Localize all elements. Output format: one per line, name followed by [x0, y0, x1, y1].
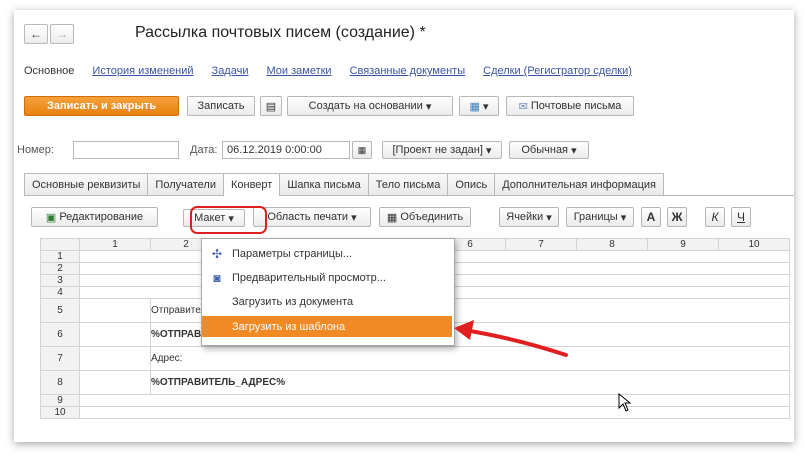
row-header[interactable]: 2	[40, 262, 80, 275]
underline-button[interactable]: Ч	[731, 207, 751, 227]
tab-basic-details[interactable]: Основные реквизиты	[24, 173, 149, 195]
tab-related-docs[interactable]: Связанные документы	[350, 65, 466, 77]
number-label: Номер:	[17, 144, 54, 156]
calendar-button[interactable]: ▦	[352, 141, 372, 159]
document-tabs: Основные реквизиты Получатели Конверт Ша…	[24, 173, 794, 196]
font-button[interactable]: А	[641, 207, 661, 227]
chevron-down-icon: ▾	[617, 211, 627, 224]
column-header[interactable]: 8	[576, 238, 648, 251]
edit-icon: ▣	[45, 211, 57, 224]
calendar-icon: ▦	[357, 144, 367, 155]
app-window: ← → Рассылка почтовых писем (создание) *…	[14, 10, 794, 442]
mail-letters-button[interactable]: ✉ Почтовые письма	[506, 96, 634, 116]
report-button[interactable]: ▤	[260, 96, 282, 116]
forward-button[interactable]: →	[50, 24, 74, 44]
italic-button[interactable]: К	[705, 207, 725, 227]
title-bar: ← → Рассылка почтовых писем (создание) *	[14, 10, 794, 54]
tab-additional-info[interactable]: Дополнительная информация	[494, 173, 664, 195]
chevron-down-icon: ▾	[568, 144, 577, 157]
sender-address-cell[interactable]: %ОТПРАВИТЕЛЬ_АДРЕС%	[150, 370, 790, 395]
top-tabs: Основное История изменений Задачи Мои за…	[24, 65, 650, 77]
tab-history[interactable]: История изменений	[92, 65, 193, 77]
layout-dropdown-menu: ✣ Параметры страницы... ◙ Предварительный …	[201, 238, 455, 346]
arrow-right-icon: →	[56, 27, 68, 41]
row-header[interactable]: 4	[40, 286, 80, 299]
preview-icon: ◙	[213, 270, 221, 285]
sheet-row[interactable]	[79, 394, 790, 407]
tab-inventory[interactable]: Опись	[447, 173, 496, 195]
row-header[interactable]: 3	[40, 274, 80, 287]
tab-letter-header[interactable]: Шапка письма	[279, 173, 369, 195]
save-button[interactable]: Записать	[187, 96, 255, 116]
mouse-cursor-icon	[618, 393, 632, 412]
arrow-left-icon: ←	[30, 27, 42, 41]
create-based-on-button[interactable]: Создать на основании ▾	[287, 96, 453, 116]
row-header[interactable]: 6	[40, 322, 80, 347]
date-field[interactable]: 06.12.2019 0:00:00	[222, 141, 350, 159]
tab-notes[interactable]: Мои заметки	[266, 65, 331, 77]
layout-button-highlight	[190, 206, 267, 234]
page-settings-icon: ✣	[211, 246, 223, 261]
back-button[interactable]: ←	[24, 24, 48, 44]
chevron-down-icon: ▾	[422, 100, 432, 113]
tab-envelope[interactable]: Конверт	[222, 173, 281, 196]
menu-item-preview[interactable]: ◙ Предварительный просмотр...	[202, 267, 452, 288]
chevron-down-icon: ▾	[482, 144, 492, 157]
document-icon: ▤	[265, 100, 277, 113]
tab-letter-body[interactable]: Тело письма	[367, 173, 449, 195]
row-header[interactable]: 10	[40, 406, 80, 419]
tab-recipients[interactable]: Получатели	[147, 173, 224, 195]
menu-item-load-from-template[interactable]: Загрузить из шаблона	[202, 316, 452, 337]
window-title: Рассылка почтовых писем (создание) *	[135, 24, 426, 41]
tab-tasks[interactable]: Задачи	[212, 65, 249, 77]
save-and-close-button[interactable]: Записать и закрыть	[24, 96, 179, 116]
column-header[interactable]: 10	[718, 238, 790, 251]
print-area-button[interactable]: Область печати ▾	[253, 207, 371, 227]
column-header[interactable]: 9	[647, 238, 719, 251]
priority-select[interactable]: Обычная ▾	[509, 141, 589, 159]
tab-deals[interactable]: Сделки (Регистратор сделки)	[483, 65, 632, 77]
date-label: Дата:	[190, 144, 218, 156]
column-header[interactable]: 7	[505, 238, 577, 251]
envelope-icon: ✉	[518, 100, 528, 113]
row-header[interactable]: 1	[40, 250, 80, 263]
menu-item-load-from-document[interactable]: Загрузить из документа	[202, 291, 452, 312]
sheet-row[interactable]	[79, 406, 790, 419]
row-header[interactable]: 9	[40, 394, 80, 407]
corner-cell[interactable]	[40, 238, 80, 251]
print-button[interactable]: ▦ ▾	[459, 96, 499, 116]
row-header[interactable]: 8	[40, 370, 80, 395]
merge-cells-button[interactable]: ▦ Объединить	[379, 207, 471, 227]
annotation-arrow	[454, 320, 568, 357]
chevron-down-icon: ▾	[479, 100, 489, 113]
bold-button[interactable]: Ж	[667, 207, 687, 227]
chevron-down-icon: ▾	[348, 211, 357, 224]
print-icon: ▦	[469, 100, 480, 113]
merge-icon: ▦	[386, 211, 398, 224]
number-field[interactable]	[73, 141, 179, 159]
borders-button[interactable]: Границы ▾	[566, 207, 634, 227]
row-header[interactable]: 7	[40, 346, 80, 371]
project-select[interactable]: [Проект не задан] ▾	[382, 141, 502, 159]
tab-main[interactable]: Основное	[24, 65, 74, 77]
edit-toggle-button[interactable]: ▣ Редактирование	[31, 207, 158, 227]
column-header[interactable]: 1	[79, 238, 151, 251]
chevron-down-icon: ▾	[543, 211, 552, 224]
row-header[interactable]: 5	[40, 298, 80, 323]
menu-item-page-settings[interactable]: ✣ Параметры страницы...	[202, 243, 452, 264]
cells-button[interactable]: Ячейки ▾	[499, 207, 559, 227]
